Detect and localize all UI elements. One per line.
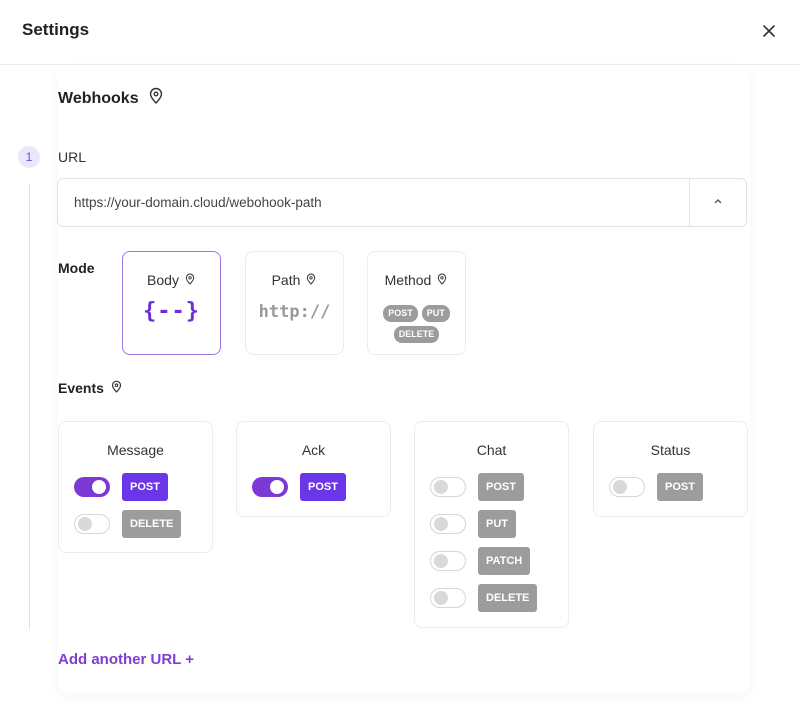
event-toggle[interactable] <box>430 588 466 608</box>
page-title: Settings <box>22 20 90 39</box>
curly-braces-icon: {--} <box>143 299 200 324</box>
close-icon[interactable] <box>758 20 780 42</box>
event-name: Message <box>107 442 164 458</box>
method-pill-delete: DELETE <box>393 326 440 343</box>
event-name: Status <box>650 442 691 458</box>
mode-body-label: Body <box>147 272 179 288</box>
method-pill-put: PUT <box>421 305 450 322</box>
webhooks-panel <box>57 65 750 693</box>
mode-method-title: Method <box>368 272 465 288</box>
event-row: DELETE <box>74 510 182 538</box>
map-pin-icon <box>436 272 448 288</box>
event-row: POST <box>609 473 703 501</box>
method-button[interactable]: POST <box>478 473 524 501</box>
event-toggle[interactable] <box>74 477 110 497</box>
mode-body-title: Body <box>123 272 220 288</box>
event-toggle[interactable] <box>430 551 466 571</box>
event-toggle[interactable] <box>609 477 645 497</box>
webhooks-heading: Webhooks <box>58 87 165 110</box>
mode-path-card[interactable]: Path http:// <box>245 251 344 355</box>
mode-method-card[interactable]: Method POST PUT DELETE <box>367 251 466 355</box>
event-name: Chat <box>476 442 507 458</box>
http-icon: http:// <box>258 302 331 322</box>
event-row: PATCH <box>430 547 531 575</box>
events-label: Events <box>58 380 104 396</box>
method-button[interactable]: POST <box>657 473 703 501</box>
map-pin-icon <box>305 272 317 288</box>
method-button[interactable]: PUT <box>478 510 516 538</box>
method-button[interactable]: POST <box>122 473 168 501</box>
mode-body-card[interactable]: Body {--} <box>122 251 221 355</box>
event-toggle[interactable] <box>74 514 110 534</box>
event-toggle[interactable] <box>252 477 288 497</box>
event-row: PUT <box>430 510 516 538</box>
event-toggle[interactable] <box>430 514 466 534</box>
event-card-chat: Chat POST PUT PATCH DELETE <box>414 421 569 628</box>
add-url-link[interactable]: Add another URL + <box>58 651 194 668</box>
webhooks-help-icon[interactable] <box>147 87 165 110</box>
url-label: URL <box>58 149 87 165</box>
settings-header: Settings <box>0 0 800 65</box>
method-button[interactable]: DELETE <box>478 584 538 612</box>
webhooks-title: Webhooks <box>58 89 139 107</box>
mode-label: Mode <box>58 260 95 276</box>
url-collapse-button[interactable] <box>689 179 746 226</box>
mode-method-label: Method <box>384 272 432 288</box>
event-row: POST <box>74 473 168 501</box>
events-heading: Events <box>58 380 123 396</box>
map-pin-icon[interactable] <box>110 380 123 396</box>
chevron-up-icon <box>712 194 724 212</box>
method-pills: POST PUT DELETE <box>368 305 465 347</box>
mode-path-label: Path <box>271 272 301 288</box>
url-field <box>57 178 747 227</box>
event-name: Ack <box>301 442 326 458</box>
step-badge: 1 <box>18 146 40 168</box>
method-button[interactable]: POST <box>300 473 346 501</box>
event-card-ack: Ack POST <box>236 421 391 517</box>
method-button[interactable]: DELETE <box>122 510 182 538</box>
map-pin-icon <box>184 272 196 288</box>
event-row: POST <box>430 473 524 501</box>
method-button[interactable]: PATCH <box>478 547 531 575</box>
step-line <box>29 183 30 630</box>
url-input[interactable] <box>58 179 689 226</box>
event-row: DELETE <box>430 584 538 612</box>
event-card-status: Status POST <box>593 421 748 517</box>
event-row: POST <box>252 473 346 501</box>
mode-path-title: Path <box>246 272 343 288</box>
event-card-message: Message POST DELETE <box>58 421 213 553</box>
method-pill-post: POST <box>383 305 418 322</box>
event-toggle[interactable] <box>430 477 466 497</box>
